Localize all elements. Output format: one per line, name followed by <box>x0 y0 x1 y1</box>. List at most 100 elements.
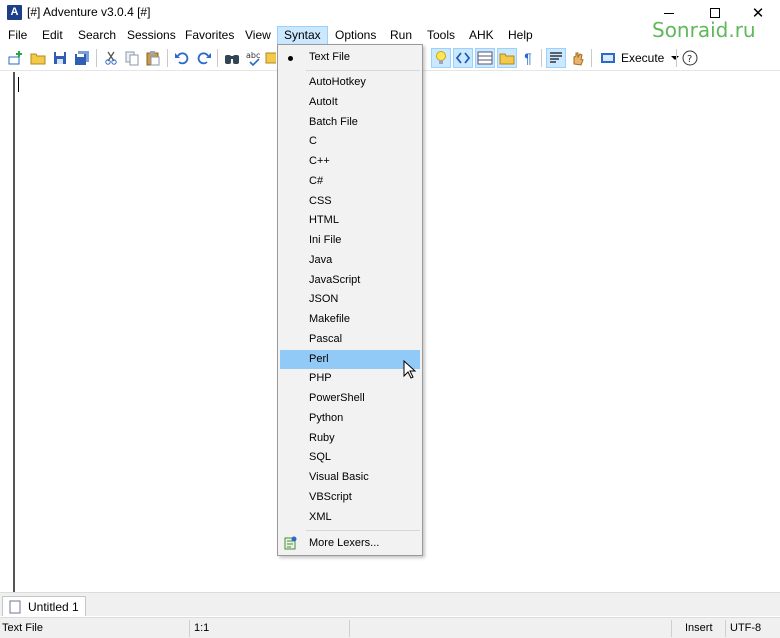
status-divider <box>189 620 190 637</box>
folder-icon <box>499 53 515 65</box>
open-file-button[interactable] <box>28 48 48 68</box>
menu-file[interactable]: File <box>1 26 34 45</box>
open-folder-icon <box>30 53 46 65</box>
save-all-button[interactable] <box>72 48 92 68</box>
menu-item-ruby[interactable]: Ruby <box>280 429 420 448</box>
redo-button[interactable] <box>194 48 214 68</box>
menu-item-java[interactable]: Java <box>280 251 420 270</box>
menu-search[interactable]: Search <box>71 26 123 45</box>
menu-item-sql[interactable]: SQL <box>280 448 420 467</box>
menu-sessions[interactable]: Sessions <box>120 26 183 45</box>
status-bar: Text File 1:1 Insert UTF-8 <box>0 617 780 638</box>
menu-item-autoit[interactable]: AutoIt <box>280 93 420 112</box>
menu-item-visual-basic[interactable]: Visual Basic <box>280 468 420 487</box>
menu-ahk[interactable]: AHK <box>462 26 501 45</box>
menu-item-more-lexers[interactable]: More Lexers... <box>280 534 420 553</box>
menu-item-label: Text File <box>309 51 350 63</box>
new-file-button[interactable] <box>6 48 26 68</box>
menu-item-vbscript[interactable]: VBScript <box>280 488 420 507</box>
menu-item-batch-file[interactable]: Batch File <box>280 113 420 132</box>
menu-item-csharp[interactable]: C# <box>280 172 420 191</box>
execute-icon <box>601 53 615 63</box>
menu-syntax[interactable]: Syntax <box>277 26 328 45</box>
mouse-cursor-icon <box>403 360 417 379</box>
editor-gutter <box>13 72 15 592</box>
bookmark-icon <box>265 52 276 64</box>
menu-item-autohotkey[interactable]: AutoHotkey <box>280 73 420 92</box>
execute-button[interactable]: Execute <box>596 48 683 68</box>
svg-text:?: ? <box>687 54 692 65</box>
app-icon: A <box>7 5 22 20</box>
window-title: [#] Adventure v3.0.4 [#] <box>27 5 151 19</box>
save-all-icon <box>75 51 89 65</box>
status-divider <box>349 620 350 637</box>
execute-label: Execute <box>621 51 665 65</box>
menu-item-html[interactable]: HTML <box>280 211 420 230</box>
undo-button[interactable] <box>172 48 192 68</box>
tab-untitled-1[interactable]: Untitled 1 <box>2 596 86 616</box>
lightbulb-icon <box>436 51 446 64</box>
menu-item-label: More Lexers... <box>309 537 380 549</box>
checked-bullet-icon <box>288 56 293 61</box>
menu-item-json[interactable]: JSON <box>280 290 420 309</box>
spellcheck-button[interactable]: abc <box>244 48 264 68</box>
find-button[interactable] <box>222 48 242 68</box>
status-divider <box>671 620 672 637</box>
menu-edit[interactable]: Edit <box>35 26 70 45</box>
status-encoding: UTF-8 <box>730 622 762 634</box>
minimize-icon <box>664 12 674 14</box>
undo-icon <box>175 52 189 65</box>
copy-icon <box>125 51 139 66</box>
menu-item-python[interactable]: Python <box>280 409 420 428</box>
folder-toggle[interactable] <box>497 48 517 68</box>
split-view-toggle[interactable] <box>475 48 495 68</box>
menu-help[interactable]: Help <box>501 26 540 45</box>
hand-icon <box>573 52 584 66</box>
menu-item-text-file[interactable]: Text File <box>280 48 420 67</box>
menu-run[interactable]: Run <box>383 26 419 45</box>
menu-item-pascal[interactable]: Pascal <box>280 330 420 349</box>
menu-item-php[interactable]: PHP <box>280 369 420 388</box>
help-icon: ? <box>682 50 698 66</box>
menu-item-cpp[interactable]: C++ <box>280 152 420 171</box>
redo-icon <box>197 52 211 65</box>
hand-button[interactable] <box>568 48 588 68</box>
cut-button[interactable] <box>101 48 121 68</box>
word-wrap-toggle[interactable] <box>546 48 566 68</box>
menu-favorites[interactable]: Favorites <box>178 26 241 45</box>
menu-view[interactable]: View <box>238 26 278 45</box>
toolbar-separator <box>167 49 168 67</box>
status-divider <box>725 620 726 637</box>
new-file-icon <box>8 51 22 65</box>
menu-item-makefile[interactable]: Makefile <box>280 310 420 329</box>
spellcheck-icon: abc <box>246 51 260 66</box>
bookmark-button[interactable] <box>264 48 276 68</box>
toolbar-separator <box>591 49 592 67</box>
code-toggle[interactable] <box>453 48 473 68</box>
watermark-text: Sonraid.ru <box>652 18 756 42</box>
menu-item-ini-file[interactable]: Ini File <box>280 231 420 250</box>
status-mode: Insert <box>685 622 713 634</box>
lexer-icon <box>284 536 297 550</box>
status-syntax: Text File <box>2 622 43 634</box>
menu-item-c[interactable]: C <box>280 132 420 151</box>
menu-options[interactable]: Options <box>328 26 383 45</box>
copy-button[interactable] <box>122 48 142 68</box>
menu-item-css[interactable]: CSS <box>280 192 420 211</box>
save-icon <box>54 52 66 64</box>
lightbulb-toggle[interactable] <box>431 48 451 68</box>
menu-separator <box>306 530 420 531</box>
tab-bar: Untitled 1 <box>0 592 780 616</box>
menu-item-perl[interactable]: Perl <box>280 350 420 369</box>
paste-button[interactable] <box>143 48 163 68</box>
menu-tools[interactable]: Tools <box>420 26 462 45</box>
paste-icon <box>146 51 160 66</box>
show-whitespace-button[interactable]: ¶ <box>518 48 538 68</box>
menu-item-powershell[interactable]: PowerShell <box>280 389 420 408</box>
help-button[interactable]: ? <box>680 48 700 68</box>
save-button[interactable] <box>50 48 70 68</box>
menu-item-javascript[interactable]: JavaScript <box>280 271 420 290</box>
menu-item-xml[interactable]: XML <box>280 508 420 527</box>
toolbar-separator <box>217 49 218 67</box>
code-toggle-icon <box>455 52 471 64</box>
